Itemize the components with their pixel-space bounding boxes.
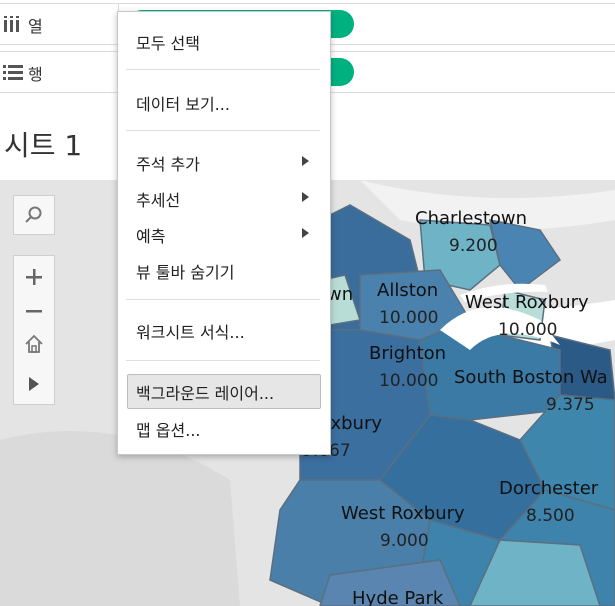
map-label-value: 10.000	[498, 320, 558, 340]
menu-item-trend-lines[interactable]: 추세선	[136, 187, 180, 211]
rows-icon	[3, 65, 23, 80]
menu-item-format-worksheet[interactable]: 워크시트 서식...	[136, 319, 245, 343]
map-label-value: 9.375	[546, 395, 595, 415]
context-menu: 모두 선택 데이터 보기... 주석 추가 추세선 예측 뷰 툴바 숨기기 워크…	[117, 11, 331, 455]
menu-item-hide-view-toolbar[interactable]: 뷰 툴바 숨기기	[136, 259, 235, 283]
menu-item-background-layers[interactable]: 백그라운드 레이어...	[136, 380, 274, 404]
map-label-value: 9.200	[449, 236, 498, 256]
map-label-value: 9.000	[380, 531, 429, 551]
submenu-arrow-icon	[302, 192, 309, 202]
map-label-name: Allston	[377, 280, 439, 301]
zoom-in-button[interactable]	[14, 259, 54, 295]
home-icon	[25, 334, 43, 353]
map-label-value: 8.500	[526, 506, 575, 526]
menu-item-map-options[interactable]: 맵 옵션...	[136, 417, 201, 441]
submenu-arrow-icon	[302, 228, 309, 238]
columns-label: 열	[28, 17, 43, 36]
map-label-name: West Roxbury	[341, 503, 465, 524]
map-label-name: Hyde Park	[352, 588, 444, 606]
rows-label: 행	[28, 65, 43, 84]
menu-separator	[126, 130, 320, 131]
menu-item-select-all[interactable]: 모두 선택	[136, 30, 200, 54]
menu-separator	[126, 360, 320, 361]
map-label-name: Charlestown	[415, 208, 528, 229]
home-button[interactable]	[14, 326, 54, 362]
zoom-out-button[interactable]	[14, 294, 54, 330]
columns-shelf-label: 열	[0, 4, 119, 44]
submenu-arrow-icon	[302, 156, 309, 166]
map-label-name: Dorchester	[499, 478, 599, 499]
columns-icon	[4, 16, 19, 32]
pan-button[interactable]	[14, 366, 54, 402]
map-label-value: 10.000	[379, 308, 439, 328]
menu-item-annotate[interactable]: 주석 추가	[136, 151, 200, 175]
search-icon	[25, 206, 42, 223]
map-label-value: 10.000	[379, 371, 439, 391]
menu-separator	[126, 69, 320, 70]
minus-icon	[26, 310, 42, 313]
menu-item-view-data[interactable]: 데이터 보기...	[136, 91, 230, 115]
map-label-name: West Roxbury	[465, 292, 589, 313]
map-search-control[interactable]	[13, 195, 55, 235]
search-button[interactable]	[14, 197, 54, 233]
plus-icon	[26, 269, 42, 285]
menu-item-forecast[interactable]: 예측	[136, 223, 165, 247]
map-label-name: Brighton	[369, 343, 447, 364]
rows-shelf-label: 행	[0, 52, 119, 92]
map-zoom-control	[13, 255, 55, 405]
play-icon	[29, 377, 39, 391]
menu-separator	[126, 299, 320, 300]
sheet-title: 시트 1	[4, 129, 83, 162]
map-label-name: South Boston Wa	[454, 367, 608, 388]
